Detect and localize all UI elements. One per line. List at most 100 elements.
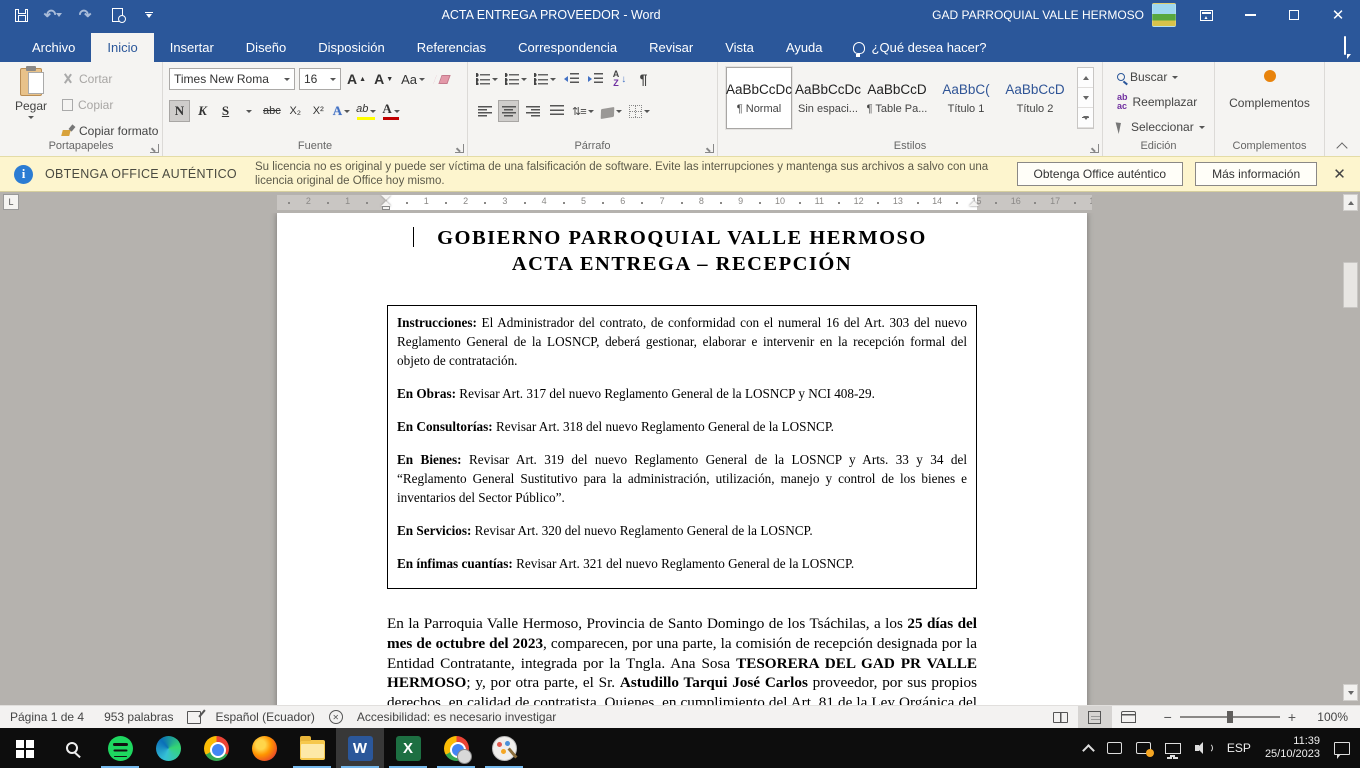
action-center-icon[interactable]: [1334, 742, 1350, 755]
more-info-button[interactable]: Más información: [1195, 162, 1317, 186]
change-case-button[interactable]: Aa: [399, 68, 427, 90]
underline-caret[interactable]: [238, 100, 259, 122]
read-mode-button[interactable]: [1044, 706, 1078, 728]
decrease-indent-button[interactable]: [561, 68, 582, 90]
volume-icon[interactable]: [1195, 741, 1213, 755]
input-language[interactable]: ESP: [1227, 741, 1251, 755]
align-left-button[interactable]: [474, 100, 495, 122]
select-button[interactable]: Seleccionar: [1113, 116, 1209, 138]
zoom-out-icon[interactable]: −: [1164, 709, 1172, 725]
left-indent-marker[interactable]: [382, 206, 390, 210]
get-genuine-office-button[interactable]: Obtenga Office auténtico: [1017, 162, 1184, 186]
taskbar-firefox-button[interactable]: [240, 728, 288, 768]
strikethrough-button[interactable]: abc: [261, 100, 283, 122]
bold-button[interactable]: N: [169, 100, 190, 122]
numbering-button[interactable]: [503, 68, 529, 90]
right-indent-marker[interactable]: [969, 201, 979, 206]
style--table-pa-[interactable]: AaBbCcD¶ Table Pa...: [864, 67, 930, 129]
taskbar-file-explorer-button[interactable]: [288, 728, 336, 768]
taskbar-chrome-profile-button[interactable]: [432, 728, 480, 768]
styles-more-icon[interactable]: [1078, 108, 1093, 128]
maximize-button[interactable]: [1272, 0, 1316, 30]
replace-button[interactable]: abacReemplazar: [1113, 91, 1209, 113]
clear-formatting-button[interactable]: [431, 68, 452, 90]
taskbar-search-button[interactable]: [48, 728, 96, 768]
taskbar-spotify-button[interactable]: [96, 728, 144, 768]
subscript-button[interactable]: X₂: [285, 100, 306, 122]
line-spacing-button[interactable]: ⇅≡: [570, 100, 596, 122]
start-button[interactable]: [0, 728, 48, 768]
taskbar-paint-button[interactable]: [480, 728, 528, 768]
font-color-button[interactable]: A: [380, 100, 401, 122]
print-preview-icon[interactable]: [108, 6, 126, 24]
ribbon-display-options-button[interactable]: [1184, 0, 1228, 30]
accessibility-status[interactable]: Accesibilidad: es necesario investigar: [347, 710, 566, 724]
sort-button[interactable]: AZ↓: [609, 68, 630, 90]
zoom-in-icon[interactable]: +: [1288, 709, 1296, 725]
taskbar-excel-button[interactable]: X: [384, 728, 432, 768]
tab-insertar[interactable]: Insertar: [154, 33, 230, 62]
document-page[interactable]: GOBIERNO PARROQUIAL VALLE HERMOSO ACTA E…: [277, 213, 1087, 705]
style--normal[interactable]: AaBbCcDc¶ Normal: [726, 67, 792, 129]
addins-button[interactable]: Complementos: [1215, 70, 1324, 110]
cut-button[interactable]: Cortar: [58, 68, 162, 90]
redo-icon[interactable]: ↷: [76, 6, 94, 24]
tab-vista[interactable]: Vista: [709, 33, 770, 62]
page-indicator[interactable]: Página 1 de 4: [0, 710, 94, 724]
clipboard-dialog-launcher-icon[interactable]: [150, 144, 159, 153]
minimize-button[interactable]: [1228, 0, 1272, 30]
align-right-button[interactable]: [522, 100, 543, 122]
banner-close-icon[interactable]: ✕: [1329, 165, 1350, 183]
zoom-slider-thumb[interactable]: [1227, 711, 1233, 723]
customize-qat-icon[interactable]: [140, 6, 158, 24]
scrollbar-thumb[interactable]: [1343, 262, 1358, 308]
scrollbar-down-icon[interactable]: [1343, 684, 1358, 701]
multilevel-list-button[interactable]: [532, 68, 558, 90]
tab-stop-selector[interactable]: L: [3, 194, 19, 210]
zoom-percentage[interactable]: 100%: [1306, 710, 1348, 724]
increase-indent-button[interactable]: [585, 68, 606, 90]
ruler-strip[interactable]: 321123456789101112131415161718: [277, 195, 1092, 210]
tray-expand-icon[interactable]: [1082, 744, 1095, 757]
font-name-combo[interactable]: Times New Roma: [169, 68, 295, 90]
italic-button[interactable]: K: [192, 100, 213, 122]
text-effects-button[interactable]: A: [331, 100, 352, 122]
network-icon[interactable]: [1165, 743, 1181, 754]
styles-dialog-launcher-icon[interactable]: [1090, 144, 1099, 153]
align-center-button[interactable]: [498, 100, 519, 122]
style-título-1[interactable]: AaBbC(Título 1: [933, 67, 999, 129]
paste-button[interactable]: Pegar: [8, 66, 54, 138]
copy-button[interactable]: Copiar: [58, 94, 162, 116]
shading-button[interactable]: [599, 100, 624, 122]
account-info[interactable]: GAD PARROQUIAL VALLE HERMOSO: [932, 3, 1176, 27]
justify-button[interactable]: [546, 100, 567, 122]
tab-inicio[interactable]: Inicio: [91, 33, 153, 62]
clock[interactable]: 11:39 25/10/2023: [1265, 735, 1320, 761]
close-button[interactable]: ✕: [1316, 0, 1360, 30]
word-count[interactable]: 953 palabras: [94, 710, 183, 724]
tab-revisar[interactable]: Revisar: [633, 33, 709, 62]
styles-scroll-down-icon[interactable]: [1078, 88, 1093, 108]
style-sin-espaci-[interactable]: AaBbCcDcSin espaci...: [795, 67, 861, 129]
undo-icon[interactable]: ↶: [44, 6, 62, 24]
highlight-color-button[interactable]: ab: [354, 100, 378, 122]
tray-notification-icon[interactable]: [1136, 742, 1151, 754]
taskbar-edge-button[interactable]: [144, 728, 192, 768]
tell-me-box[interactable]: ¿Qué desea hacer?: [839, 40, 1001, 62]
tab-referencias[interactable]: Referencias: [401, 33, 502, 62]
shrink-font-button[interactable]: A▼: [372, 68, 395, 90]
font-dialog-launcher-icon[interactable]: [455, 144, 464, 153]
bullets-button[interactable]: [474, 68, 500, 90]
save-icon[interactable]: [12, 6, 30, 24]
proofing-icon[interactable]: [187, 711, 201, 724]
find-button[interactable]: Buscar: [1113, 66, 1209, 88]
scrollbar-up-icon[interactable]: [1343, 194, 1358, 211]
language-indicator[interactable]: Español (Ecuador): [205, 710, 324, 724]
comments-button[interactable]: [1344, 37, 1346, 62]
tab-ayuda[interactable]: Ayuda: [770, 33, 839, 62]
borders-button[interactable]: [627, 100, 652, 122]
accessibility-icon[interactable]: [329, 710, 343, 724]
print-layout-button[interactable]: [1078, 706, 1112, 728]
taskbar-word-button[interactable]: W: [336, 728, 384, 768]
tab-correspondencia[interactable]: Correspondencia: [502, 33, 633, 62]
